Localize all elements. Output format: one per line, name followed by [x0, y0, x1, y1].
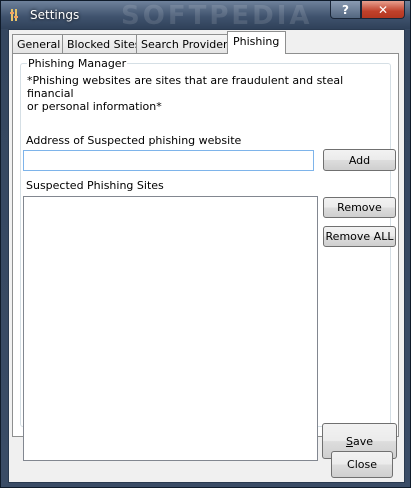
close-button-label: Close	[347, 458, 377, 471]
add-button-label: Add	[348, 153, 371, 167]
phishing-panel: Phishing Manager *Phishing websites are …	[12, 53, 399, 461]
address-input[interactable]	[23, 150, 314, 171]
close-icon: ✕	[377, 2, 389, 17]
help-button[interactable]: ?	[330, 1, 361, 19]
add-button[interactable]: Add	[323, 149, 396, 171]
remove-button-label: Remove	[337, 201, 382, 214]
close-window-button[interactable]: ✕	[361, 1, 405, 19]
phishing-note: *Phishing websites are sites that are fr…	[27, 74, 367, 113]
remove-all-button-label: Remove ALL	[325, 230, 394, 243]
save-button-label: Save	[346, 435, 373, 448]
settings-window: Settings SOFTPEDIA ? ✕ General Blocked S…	[0, 0, 411, 488]
group-title: Phishing Manager	[27, 57, 128, 70]
save-mnemonic: S	[345, 434, 353, 448]
watermark: SOFTPEDIA	[121, 1, 313, 31]
help-icon: ?	[342, 2, 349, 17]
close-button[interactable]: Close	[331, 451, 393, 478]
tab-phishing[interactable]: Phishing	[227, 31, 287, 54]
suspected-sites-list[interactable]	[23, 196, 318, 461]
window-title: Settings	[30, 8, 80, 22]
tab-blocked-sites[interactable]: Blocked Sites	[62, 34, 146, 53]
dialog-client: General Blocked Sites Search Providers P…	[8, 29, 405, 483]
tab-search-providers[interactable]: Search Providers	[136, 34, 239, 53]
app-icon	[10, 9, 18, 21]
list-label: Suspected Phishing Sites	[26, 179, 164, 192]
tab-general[interactable]: General	[12, 34, 66, 53]
note-line-1: *Phishing websites are sites that are fr…	[27, 74, 344, 100]
title-bar[interactable]: Settings SOFTPEDIA ? ✕	[1, 1, 410, 31]
remove-button[interactable]: Remove	[323, 197, 396, 218]
save-rest: ave	[352, 434, 373, 448]
note-line-2: or personal information*	[27, 100, 162, 113]
remove-all-button[interactable]: Remove ALL	[323, 226, 396, 247]
address-label: Address of Suspected phishing website	[26, 134, 242, 147]
